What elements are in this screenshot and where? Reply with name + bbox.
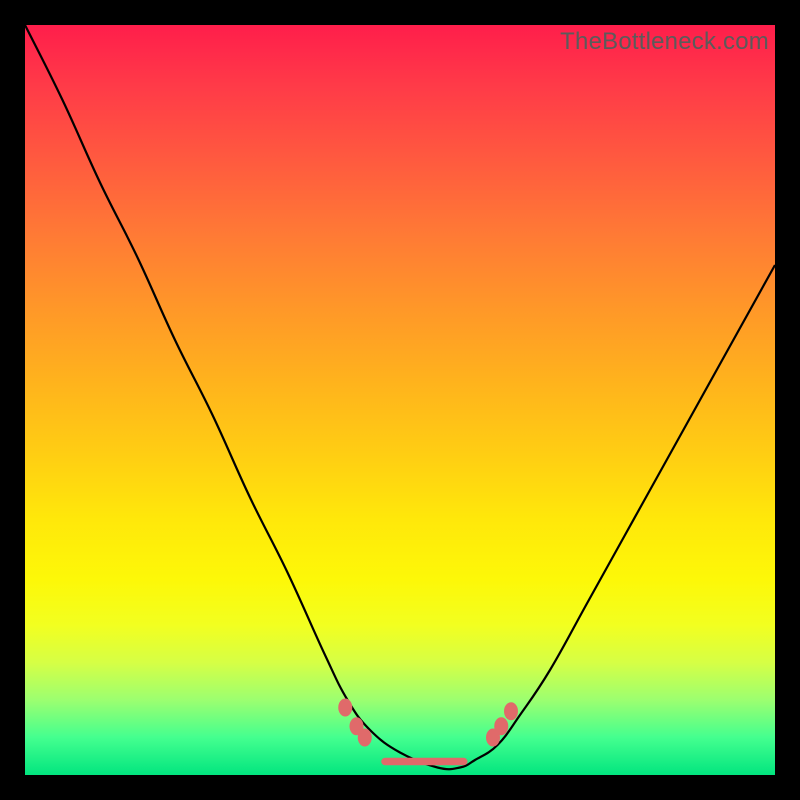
marker-dot (504, 702, 518, 720)
marker-dot (494, 717, 508, 735)
marker-dot (338, 699, 352, 717)
marker-dot (358, 729, 372, 747)
markers-left (338, 699, 372, 747)
chart-svg (25, 25, 775, 775)
plot-area: TheBottleneck.com (25, 25, 775, 775)
chart-frame: TheBottleneck.com (0, 0, 800, 800)
bottleneck-curve (25, 25, 775, 769)
optimal-range-bar (381, 758, 467, 766)
